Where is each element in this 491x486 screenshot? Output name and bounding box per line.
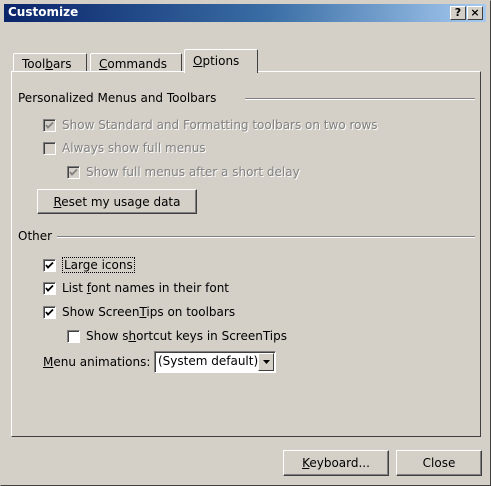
reset-usage-data-button[interactable]: Reset my usage data	[37, 189, 197, 214]
close-window-button[interactable]: ×	[467, 6, 483, 20]
check-icon	[45, 261, 54, 269]
large-icons-option[interactable]: Large icons	[43, 257, 135, 273]
help-button[interactable]: ?	[450, 6, 466, 20]
tab-toolbars-label: Toolbars	[22, 57, 72, 71]
large-icons-label: Large icons	[62, 257, 135, 273]
keyboard-button[interactable]: Keyboard...	[283, 450, 389, 476]
tab-options[interactable]: Options	[184, 49, 258, 73]
menu-animations-select[interactable]: (System default)	[154, 351, 276, 373]
menu-animations-value: (System default)	[158, 354, 259, 368]
keyboard-button-label: Keyboard...	[302, 456, 370, 470]
standard-formatting-checkbox	[43, 118, 56, 132]
personalized-divider	[245, 98, 475, 100]
shortcut-keys-label: Show shortcut keys in ScreenTips	[86, 329, 288, 343]
reset-usage-data-label: Reset my usage data	[53, 194, 181, 209]
tab-toolbars[interactable]: Toolbars	[13, 53, 87, 72]
shortcut-keys-option[interactable]: Show shortcut keys in ScreenTips	[67, 329, 287, 343]
tab-options-label: Options	[193, 54, 240, 68]
check-icon	[45, 121, 54, 129]
screentips-option[interactable]: Show ScreenTips on toolbars	[43, 305, 235, 319]
dropdown-arrow-button[interactable]	[258, 353, 274, 371]
large-icons-checkbox[interactable]	[43, 258, 56, 272]
personalized-heading: Personalized Menus and Toolbars	[18, 91, 217, 105]
chevron-down-icon	[262, 360, 270, 364]
other-divider	[57, 236, 475, 238]
always-full-menus-option: Always show full menus	[43, 141, 206, 155]
always-full-menus-checkbox	[43, 141, 56, 155]
menu-animations-label: Menu animations:	[43, 355, 151, 369]
check-icon	[45, 308, 54, 316]
customize-dialog: Customize ? × Toolbars Commands Options …	[0, 0, 491, 486]
dialog-title: Customize	[8, 5, 79, 19]
tab-commands[interactable]: Commands	[90, 53, 182, 72]
always-full-menus-label: Always show full menus	[62, 141, 206, 155]
title-bar[interactable]: Customize ? ×	[4, 4, 486, 22]
full-menus-delay-checkbox	[67, 165, 80, 179]
tab-commands-label: Commands	[99, 57, 167, 71]
font-names-option[interactable]: List font names in their font	[43, 281, 229, 295]
shortcut-keys-checkbox[interactable]	[67, 329, 80, 343]
close-button[interactable]: Close	[396, 450, 482, 476]
font-names-checkbox[interactable]	[43, 281, 56, 295]
screentips-label: Show ScreenTips on toolbars	[62, 305, 236, 319]
check-icon	[45, 284, 54, 292]
close-button-label: Close	[422, 456, 456, 470]
full-menus-delay-label: Show full menus after a short delay	[86, 165, 300, 179]
standard-formatting-option: Show Standard and Formatting toolbars on…	[43, 118, 378, 132]
check-icon	[69, 168, 78, 176]
full-menus-delay-option: Show full menus after a short delay	[67, 165, 300, 179]
font-names-label: List font names in their font	[62, 281, 230, 295]
screentips-checkbox[interactable]	[43, 305, 56, 319]
other-heading: Other	[18, 229, 53, 243]
standard-formatting-label: Show Standard and Formatting toolbars on…	[62, 118, 378, 132]
